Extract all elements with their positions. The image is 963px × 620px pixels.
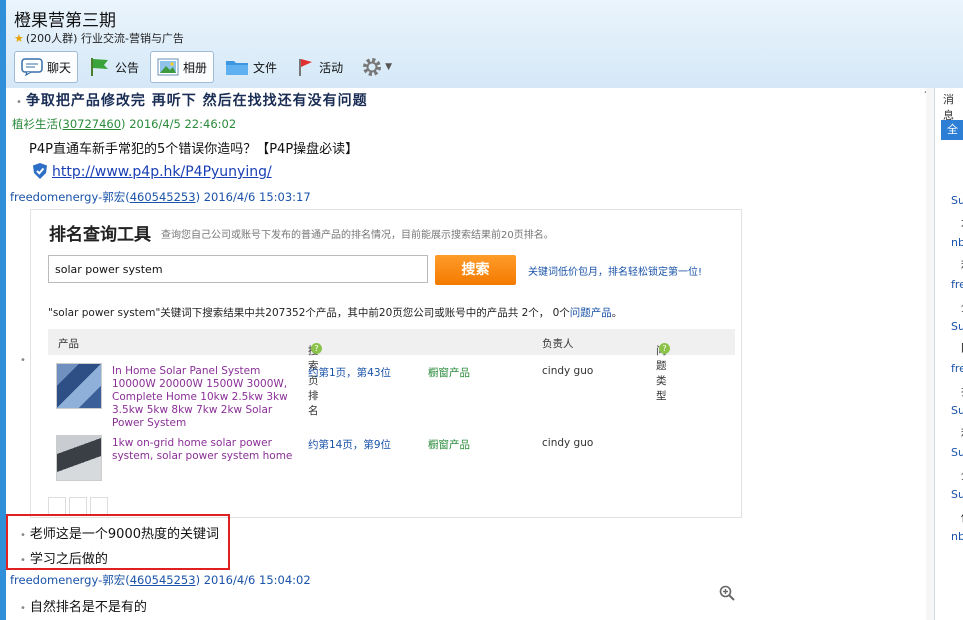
product-rank: 约第1页，第43位 xyxy=(308,367,392,379)
column-product: 产品 xyxy=(58,338,79,350)
group-info: ★ (200人群) 行业交流-营销与广告 xyxy=(14,30,184,46)
product-rank: 约第14页，第9位 xyxy=(308,439,392,451)
tab-album[interactable]: 相册 xyxy=(150,51,215,83)
gear-icon xyxy=(361,56,383,78)
zoom-icon[interactable] xyxy=(719,585,735,604)
tab-announcement-label: 公告 xyxy=(115,60,140,75)
flag-icon xyxy=(89,57,111,77)
tab-chat[interactable]: 聊天 xyxy=(14,51,79,83)
side-panel-item[interactable]: fre xyxy=(951,362,963,375)
help-icon: ? xyxy=(311,343,322,354)
chat-area: ⌃ •争取把产品修改完 再听下 然后在找找还有没有问题 植衫生活(3072746… xyxy=(6,88,934,620)
message-text: 自然排名是不是有的 xyxy=(29,600,147,615)
group-category: 行业交流-营销与广告 xyxy=(80,32,184,45)
message-2-header: 植衫生活(30727460) 2016/4/5 22:46:02 xyxy=(12,116,236,132)
sender-qq[interactable]: 460545253 xyxy=(130,573,196,587)
tab-announcement[interactable]: 公告 xyxy=(82,51,146,83)
side-panel-item[interactable]: Su xyxy=(951,488,963,501)
screenshot-pager xyxy=(48,497,108,515)
group-header: 橙果营第三期 ★ (200人群) 行业交流-营销与广告 聊天 公告 相册 文件 … xyxy=(6,0,963,89)
tab-files[interactable]: 文件 xyxy=(218,51,284,83)
chat-icon xyxy=(21,58,43,76)
group-name: 橙果营第三期 xyxy=(14,11,116,31)
tab-bar: 聊天 公告 相册 文件 活动 ▼ xyxy=(14,50,399,84)
screenshot-search-input: solar power system xyxy=(48,255,428,283)
sender-name[interactable]: freedomenergy-郭宏( xyxy=(10,573,130,587)
tab-chat-label: 聊天 xyxy=(47,60,72,75)
message-6: • 自然排名是不是有的 xyxy=(20,600,147,615)
side-panel-item[interactable]: nb xyxy=(951,530,963,543)
column-owner: 负责人 xyxy=(542,338,574,350)
side-panel-title: 消息 xyxy=(943,93,954,122)
side-panel-all-button[interactable]: 全 xyxy=(941,120,963,140)
product-name: In Home Solar Panel System 10000W 20000W… xyxy=(112,365,288,429)
product-name: 1kw on-grid home solar power system, sol… xyxy=(112,437,293,462)
sender-name[interactable]: 植衫生活( xyxy=(12,117,63,131)
photo-icon xyxy=(157,58,179,76)
sender-qq[interactable]: 30727460 xyxy=(63,117,122,131)
product-category: 橱窗产品 xyxy=(428,367,470,379)
message-side-panel: 消息 全 Su 才 nb 利 fre 全 Su [ fre 排 Su 利 Su … xyxy=(934,88,963,620)
member-count: (200人群) xyxy=(25,32,78,45)
message-4: • 老师这是一个9000热度的关键词 xyxy=(20,527,219,542)
message-link[interactable]: http://www.p4p.hk/P4Pyunying/ xyxy=(52,164,272,180)
message-time: ) 2016/4/5 22:46:02 xyxy=(121,117,237,131)
side-panel-item[interactable]: fre xyxy=(951,278,963,291)
screenshot-promo: 关键词低价包月，排名轻松锁定第一位! xyxy=(528,267,703,278)
pin-flag-icon xyxy=(295,57,315,77)
screenshot-description: 查询您自己公司或账号下发布的普通产品的排名情况，目前能展示搜索结果前20页排名。 xyxy=(161,230,554,241)
tab-album-label: 相册 xyxy=(183,60,208,75)
product-owner: cindy guo xyxy=(542,365,594,377)
product-thumbnail xyxy=(56,435,102,481)
screenshot-table-header: 产品 搜索页排名? 负责人 问题类型? xyxy=(48,329,735,417)
folder-icon xyxy=(225,58,249,76)
tab-activity-label: 活动 xyxy=(319,60,344,75)
side-panel-item[interactable]: Su xyxy=(951,320,963,333)
product-thumbnail xyxy=(56,363,102,409)
chat-scrollbar[interactable] xyxy=(926,88,934,620)
side-panel-item[interactable]: nb xyxy=(951,236,963,249)
message-text: 学习之后做的 xyxy=(29,552,108,567)
message-6-header: freedomenergy-郭宏(460545253) 2016/4/6 15:… xyxy=(10,572,311,588)
star-icon: ★ xyxy=(14,32,24,45)
sender-name[interactable]: freedomenergy-郭宏( xyxy=(10,190,130,204)
message-3-bullet: • xyxy=(20,355,26,366)
tab-activity[interactable]: 活动 xyxy=(288,51,350,83)
tab-files-label: 文件 xyxy=(253,60,278,75)
help-icon: ? xyxy=(659,343,670,354)
message-text: 老师这是一个9000热度的关键词 xyxy=(29,527,219,542)
shield-icon xyxy=(32,162,48,183)
message-time: ) 2016/4/6 15:04:02 xyxy=(195,573,311,587)
side-panel-item[interactable]: Su xyxy=(951,404,963,417)
product-category: 橱窗产品 xyxy=(428,439,470,451)
shared-screenshot[interactable]: 排名查询工具 查询您自己公司或账号下发布的普通产品的排名情况，目前能展示搜索结果… xyxy=(30,209,742,518)
side-panel-item[interactable]: Su xyxy=(951,194,963,207)
sender-qq[interactable]: 460545253 xyxy=(130,190,196,204)
message-3-header: freedomenergy-郭宏(460545253) 2016/4/6 15:… xyxy=(10,189,311,205)
screenshot-search-button: 搜索 xyxy=(435,255,516,285)
screenshot-title: 排名查询工具 xyxy=(49,225,151,245)
message-5: • 学习之后做的 xyxy=(20,552,108,567)
side-panel-item[interactable]: Su xyxy=(951,446,963,459)
message-text: 争取把产品修改完 再听下 然后在找找还有没有问题 xyxy=(25,93,368,109)
chevron-down-icon: ▼ xyxy=(385,62,392,72)
product-owner: cindy guo xyxy=(542,437,594,449)
tab-settings[interactable]: ▼ xyxy=(354,51,399,83)
screenshot-result-summary: "solar power system"关键词下搜索结果中共207352个产品，… xyxy=(48,307,623,319)
message-time: ) 2016/4/6 15:03:17 xyxy=(195,190,311,204)
message-1: • 争取把产品修改完 再听下 然后在找找还有没有问题 xyxy=(16,93,368,109)
message-2-text: P4P直通车新手常犯的5个错误你造吗？【P4P操盘必读】 xyxy=(29,142,359,157)
message-2-link-row: http://www.p4p.hk/P4Pyunying/ xyxy=(32,162,272,183)
